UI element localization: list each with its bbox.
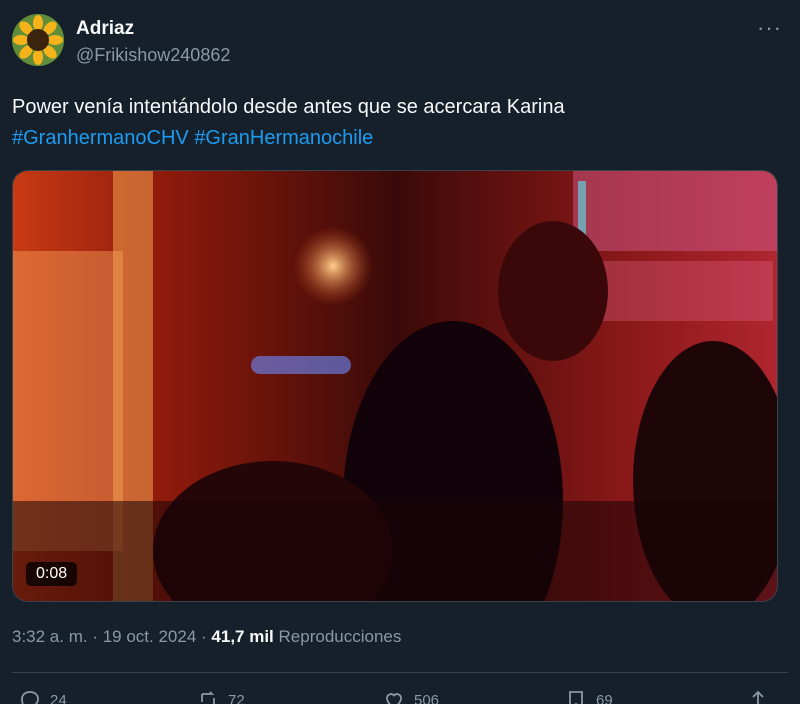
- share-button[interactable]: [746, 688, 770, 704]
- like-count: 506: [414, 691, 440, 704]
- hashtag-link[interactable]: #GranhermanoCHV: [12, 127, 189, 149]
- display-name[interactable]: Adriaz: [76, 18, 134, 40]
- avatar[interactable]: [12, 14, 64, 66]
- reply-count: 24: [50, 691, 67, 704]
- reply-icon: [21, 691, 39, 704]
- video-player[interactable]: 0:08: [12, 170, 778, 602]
- heart-icon: [386, 693, 402, 704]
- meta-separator: ·: [87, 627, 103, 646]
- tweet-text: Power venía intentándolo desde antes que…: [12, 92, 782, 154]
- tweet-meta: 3:32 a. m. · 19 oct. 2024 · 41,7 mil Rep…: [12, 627, 401, 647]
- tweet-time[interactable]: 3:32 a. m.: [12, 627, 88, 646]
- retweet-icon: [201, 691, 215, 704]
- share-icon: [750, 690, 766, 704]
- bookmark-button[interactable]: 69: [564, 688, 613, 704]
- like-button[interactable]: 506: [382, 688, 439, 704]
- more-options-icon[interactable]: ···: [757, 17, 782, 39]
- tweet-body: Power venía intentándolo desde antes que…: [12, 96, 565, 118]
- meta-separator: ·: [196, 627, 212, 646]
- hashtag-link[interactable]: #GranHermanochile: [194, 127, 373, 149]
- retweet-button[interactable]: 72: [196, 688, 245, 704]
- view-count: 41,7 mil: [211, 627, 274, 646]
- video-thumbnail: [13, 171, 777, 601]
- user-handle[interactable]: @Frikishow240862: [76, 45, 230, 66]
- reply-button[interactable]: 24: [18, 688, 67, 704]
- bookmark-icon: [569, 691, 583, 704]
- sunflower-icon: [12, 14, 64, 66]
- divider: [12, 672, 788, 673]
- video-duration-badge: 0:08: [26, 562, 78, 586]
- action-bar: 24 72 506 69: [0, 688, 800, 704]
- retweet-count: 72: [228, 691, 245, 704]
- bookmark-count: 69: [596, 691, 613, 704]
- tweet-header: Adriaz @Frikishow240862 ···: [12, 12, 788, 72]
- view-count-label: Reproducciones: [278, 627, 402, 646]
- tweet-date[interactable]: 19 oct. 2024: [103, 627, 197, 646]
